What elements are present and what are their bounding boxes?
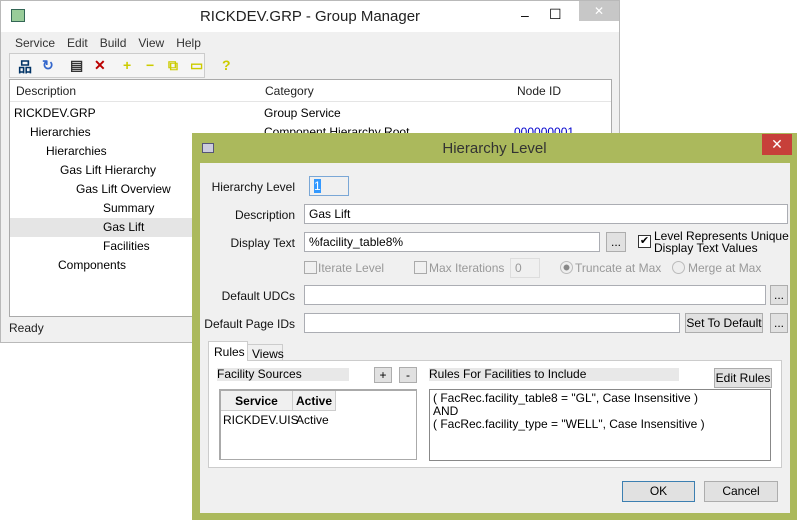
dialog-close-button[interactable]: ✕ (762, 134, 792, 155)
tree-label: Summary (103, 201, 155, 215)
dialog-title: Hierarchy Level (442, 140, 547, 157)
display-text-label: Display Text (230, 236, 295, 250)
col-service[interactable]: Service (221, 391, 293, 411)
merge-radio[interactable] (672, 261, 685, 274)
default-page-ids-label: Default Page IDs (204, 317, 295, 331)
remove-source-button[interactable]: - (399, 367, 417, 383)
tree-label: RICKDEV.GRP (14, 106, 96, 120)
iterate-level-checkbox[interactable] (304, 261, 317, 274)
hierarchy-icon[interactable]: 品 (18, 57, 32, 77)
iterate-level-label: Iterate Level (318, 261, 385, 275)
title-bar: RICKDEV.GRP - Group Manager – ☐ ✕ (1, 1, 619, 32)
remove-icon[interactable]: − (146, 57, 154, 73)
hierarchy-level-label: Hierarchy Level (211, 180, 295, 194)
delete-icon[interactable]: ✕ (94, 57, 106, 74)
tree-label: Hierarchies (30, 125, 91, 139)
tab-rules[interactable]: Rules (208, 341, 248, 361)
add-icon[interactable]: + (123, 57, 131, 73)
menu-view[interactable]: View (138, 36, 164, 50)
help-icon[interactable]: ? (222, 57, 231, 73)
toolbar: 品 ↻ ▤ ✕ + − ⧉ ▭ ? (9, 53, 231, 78)
dialog-title-bar: Hierarchy Level ✕ (192, 133, 797, 163)
add-child-icon[interactable]: ⧉ (168, 57, 178, 74)
rule-line: ( FacRec.facility_type = "WELL", Case In… (433, 417, 705, 431)
refresh-icon[interactable]: ↻ (42, 57, 54, 74)
rules-text: ( FacRec.facility_table8 = "GL", Case In… (429, 389, 771, 461)
menu-help[interactable]: Help (176, 36, 201, 50)
max-iterations-label: Max Iterations (429, 261, 505, 275)
col-active[interactable]: Active (293, 391, 336, 411)
rule-line: ( FacRec.facility_table8 = "GL", Case In… (433, 391, 698, 405)
unique-label-line2: Display Text Values (654, 241, 758, 255)
tree-label: Gas Lift Hierarchy (60, 163, 157, 177)
tree-label: Hierarchies (46, 144, 107, 158)
minimize-button[interactable]: – (521, 7, 529, 23)
properties-icon[interactable]: ▤ (70, 57, 83, 74)
udcs-browse-button[interactable]: ... (770, 285, 788, 305)
column-node-id[interactable]: Node ID (517, 84, 561, 98)
max-iterations-checkbox[interactable] (414, 261, 427, 274)
description-field[interactable]: Gas Lift (304, 204, 788, 224)
maximize-button[interactable]: ☐ (549, 6, 562, 23)
display-text-browse-button[interactable]: ... (606, 232, 626, 252)
page-ids-browse-button[interactable]: ... (770, 313, 788, 333)
status-bar: Ready (9, 321, 44, 335)
truncate-label: Truncate at Max (575, 261, 662, 275)
tree-label: Facilities (103, 239, 150, 253)
set-to-default-button[interactable]: Set To Default (685, 313, 763, 333)
tree-label: Gas Lift Overview (76, 182, 171, 196)
menu-service[interactable]: Service (15, 36, 55, 50)
default-udcs-field[interactable] (304, 285, 766, 305)
facility-sources-label: Facility Sources (217, 368, 349, 381)
truncate-radio[interactable] (560, 261, 573, 274)
tree-label: Components (58, 258, 127, 272)
edit-rules-button[interactable]: Edit Rules (714, 368, 772, 388)
menu-build[interactable]: Build (100, 36, 127, 50)
max-iterations-field[interactable]: 0 (510, 258, 540, 278)
move-icon[interactable]: ▭ (190, 57, 203, 74)
row-category: Group Service (264, 106, 341, 120)
unique-values-checkbox[interactable]: ✔ (638, 235, 651, 248)
ok-button[interactable]: OK (622, 481, 695, 502)
tab-views[interactable]: Views (247, 344, 284, 361)
hierarchy-level-dialog: Hierarchy Level ✕ Hierarchy Level 1 Desc… (192, 133, 797, 520)
default-page-ids-field[interactable] (304, 313, 680, 333)
default-udcs-label: Default UDCs (221, 289, 295, 303)
hierarchy-level-field[interactable]: 1 (309, 176, 349, 196)
source-active[interactable]: Active (296, 413, 329, 427)
tree-row[interactable]: RICKDEV.GRP Group Service (10, 104, 611, 123)
close-button[interactable]: ✕ (579, 1, 619, 21)
rules-label: Rules For Facilities to Include (429, 368, 679, 381)
sources-table: Service Active RICKDEV.UIS Active (219, 389, 417, 460)
cancel-button[interactable]: Cancel (704, 481, 778, 502)
description-label: Description (234, 208, 295, 222)
source-service[interactable]: RICKDEV.UIS (223, 413, 299, 427)
column-category[interactable]: Category (265, 84, 314, 98)
list-header: Description Category Node ID (10, 80, 611, 102)
menu-bar: Service Edit Build View Help (15, 36, 213, 50)
unique-values-label: Level Represents Unique Display Text Valu… (654, 230, 789, 254)
merge-label: Merge at Max (688, 261, 762, 275)
hierarchy-level-value: 1 (314, 179, 321, 193)
tree-label: Gas Lift (103, 220, 145, 234)
display-text-field[interactable]: %facility_table8% (304, 232, 600, 252)
add-source-button[interactable]: + (374, 367, 392, 383)
rules-tab-panel: Facility Sources + - Service Active RICK… (208, 360, 782, 468)
column-description[interactable]: Description (16, 84, 76, 98)
menu-edit[interactable]: Edit (67, 36, 88, 50)
dialog-body: Hierarchy Level 1 Description Gas Lift D… (200, 163, 790, 513)
